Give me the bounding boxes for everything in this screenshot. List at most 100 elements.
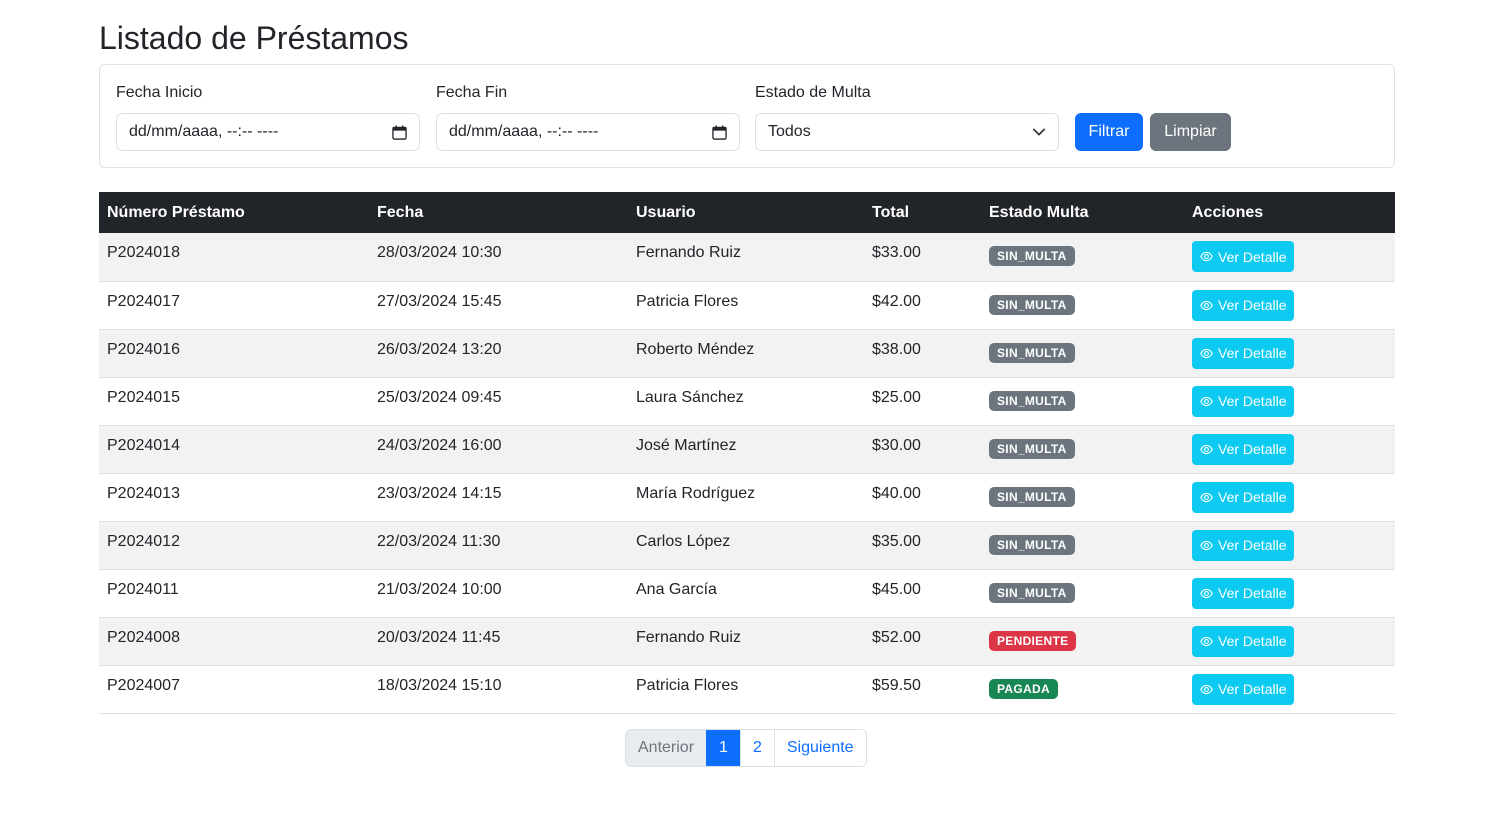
header-total: Total — [872, 203, 910, 221]
fecha-inicio-input[interactable]: dd/mm/aaaa, --:-- ---- — [116, 113, 420, 151]
cell-fecha: 27/03/2024 15:45 — [377, 292, 502, 310]
eye-icon — [1200, 540, 1213, 550]
cell-fecha: 28/03/2024 10:30 — [377, 244, 502, 261]
status-badge: SIN_MULTA — [989, 438, 1075, 459]
ver-detalle-button[interactable]: Ver Detalle — [1192, 241, 1295, 272]
cell-estado: SIN_MULTA — [981, 377, 1184, 425]
ver-detalle-button[interactable]: Ver Detalle — [1192, 625, 1295, 657]
fecha-fin-group: Fecha Fin dd/mm/aaaa, --:-- ---- — [436, 83, 740, 151]
fecha-fin-value: dd/mm/aaaa, --:-- ---- — [449, 123, 599, 140]
cell-usuario: Fernando Ruiz — [636, 628, 741, 646]
ver-detalle-label: Ver Detalle — [1218, 681, 1287, 697]
cell-usuario: Roberto Méndez — [636, 340, 755, 358]
cell-acciones: Ver Detalle — [1184, 521, 1395, 569]
cell-acciones: Ver Detalle — [1184, 329, 1395, 377]
ver-detalle-button[interactable]: Ver Detalle — [1192, 433, 1295, 465]
cell-usuario: María Rodríguez — [636, 484, 756, 502]
ver-detalle-button[interactable]: Ver Detalle — [1192, 577, 1295, 609]
cell-numero: P2024008 — [107, 628, 180, 646]
status-badge: SIN_MULTA — [989, 534, 1075, 555]
eye-icon — [1200, 684, 1213, 694]
cell-total: $35.00 — [872, 532, 921, 550]
estado-multa-label: Estado de Multa — [755, 84, 871, 101]
pagination-prev: Anterior — [626, 730, 707, 766]
pagination-next[interactable]: Siguiente — [773, 730, 866, 766]
cell-acciones: Ver Detalle — [1184, 617, 1395, 665]
estado-multa-select[interactable]: Todos — [755, 113, 1059, 151]
cell-acciones: Ver Detalle — [1184, 425, 1395, 473]
table-row: P2024017 27/03/2024 15:45 Patricia Flores $… — [99, 281, 1395, 329]
calendar-icon[interactable] — [712, 124, 727, 140]
cell-usuario: Laura Sánchez — [636, 388, 744, 406]
cell-usuario: Patricia Flores — [636, 676, 739, 694]
filter-button[interactable]: Filtrar — [1075, 113, 1143, 151]
cell-numero: P2024014 — [107, 436, 180, 454]
ver-detalle-label: Ver Detalle — [1218, 489, 1287, 505]
cell-total: $40.00 — [872, 484, 921, 502]
cell-numero: P2024017 — [107, 292, 180, 310]
table-row: P2024007 18/03/2024 15:10 Patricia Flores $… — [99, 665, 1395, 713]
ver-detalle-button[interactable]: Ver Detalle — [1192, 673, 1295, 705]
estado-multa-value: Todos — [768, 123, 811, 140]
eye-icon — [1200, 588, 1213, 598]
fecha-fin-label: Fecha Fin — [436, 84, 508, 101]
cell-fecha: 24/03/2024 16:00 — [377, 436, 502, 454]
cell-total: $33.00 — [872, 244, 921, 261]
cell-total: $45.00 — [872, 580, 921, 598]
status-badge: SIN_MULTA — [989, 342, 1075, 363]
cell-numero: P2024016 — [107, 340, 180, 358]
cell-usuario: Carlos López — [636, 532, 731, 550]
ver-detalle-label: Ver Detalle — [1218, 441, 1287, 457]
cell-numero: P2024015 — [107, 388, 180, 406]
pagination-page-2[interactable]: 2 — [739, 730, 774, 766]
ver-detalle-label: Ver Detalle — [1218, 633, 1287, 649]
table-row: P2024012 22/03/2024 11:30 Carlos López $35.… — [99, 521, 1395, 569]
page-title: Listado de Préstamos — [99, 20, 409, 56]
table-header: Número Préstamo Fecha Usuario Total Esta… — [99, 192, 1395, 233]
cell-numero: P2024012 — [107, 532, 180, 550]
status-badge: SIN_MULTA — [989, 246, 1075, 266]
cell-fecha: 20/03/2024 11:45 — [377, 628, 501, 646]
fecha-inicio-value: dd/mm/aaaa, --:-- ---- — [129, 123, 279, 140]
ver-detalle-button[interactable]: Ver Detalle — [1192, 529, 1295, 561]
status-badge: SIN_MULTA — [989, 582, 1075, 603]
table-row: P2024015 25/03/2024 09:45 Laura Sánchez $25… — [99, 377, 1395, 425]
pagination-page-1[interactable]: 1 — [706, 730, 740, 766]
eye-icon — [1200, 300, 1213, 310]
cell-estado: SIN_MULTA — [981, 473, 1184, 521]
cell-usuario: Ana García — [636, 580, 717, 598]
loans-table: Número Préstamo Fecha Usuario Total Esta… — [99, 192, 1395, 714]
cell-fecha: 26/03/2024 13:20 — [377, 340, 502, 358]
header-acciones: Acciones — [1192, 203, 1264, 221]
status-badge: SIN_MULTA — [989, 390, 1075, 411]
ver-detalle-button[interactable]: Ver Detalle — [1192, 337, 1295, 369]
cell-numero: P2024013 — [107, 484, 180, 502]
ver-detalle-button[interactable]: Ver Detalle — [1192, 385, 1295, 417]
ver-detalle-button[interactable]: Ver Detalle — [1192, 481, 1295, 513]
header-usuario: Usuario — [636, 203, 696, 221]
cell-fecha: 21/03/2024 10:00 — [377, 580, 502, 598]
cell-usuario: José Martínez — [636, 436, 737, 454]
clear-button[interactable]: Limpiar — [1150, 113, 1231, 151]
cell-total: $30.00 — [872, 436, 921, 454]
cell-acciones: Ver Detalle — [1184, 281, 1395, 329]
fecha-fin-input[interactable]: dd/mm/aaaa, --:-- ---- — [436, 113, 740, 151]
cell-usuario: Patricia Flores — [636, 292, 739, 310]
cell-numero: P2024007 — [107, 676, 180, 694]
cell-usuario: Fernando Ruiz — [636, 244, 741, 261]
cell-total: $52.00 — [872, 628, 921, 646]
cell-total: $59.50 — [872, 676, 921, 694]
ver-detalle-button[interactable]: Ver Detalle — [1192, 289, 1295, 321]
ver-detalle-label: Ver Detalle — [1218, 345, 1287, 361]
eye-icon — [1200, 444, 1213, 454]
eye-icon — [1200, 348, 1213, 358]
ver-detalle-label: Ver Detalle — [1218, 297, 1287, 313]
cell-estado: SIN_MULTA — [981, 425, 1184, 473]
header-numero: Número Préstamo — [107, 203, 245, 221]
header-estado: Estado Multa — [989, 203, 1089, 221]
calendar-icon[interactable] — [392, 124, 407, 140]
ver-detalle-label: Ver Detalle — [1218, 585, 1287, 601]
cell-total: $25.00 — [872, 388, 921, 406]
cell-numero: P2024018 — [107, 244, 180, 261]
cell-acciones: Ver Detalle — [1184, 665, 1395, 713]
